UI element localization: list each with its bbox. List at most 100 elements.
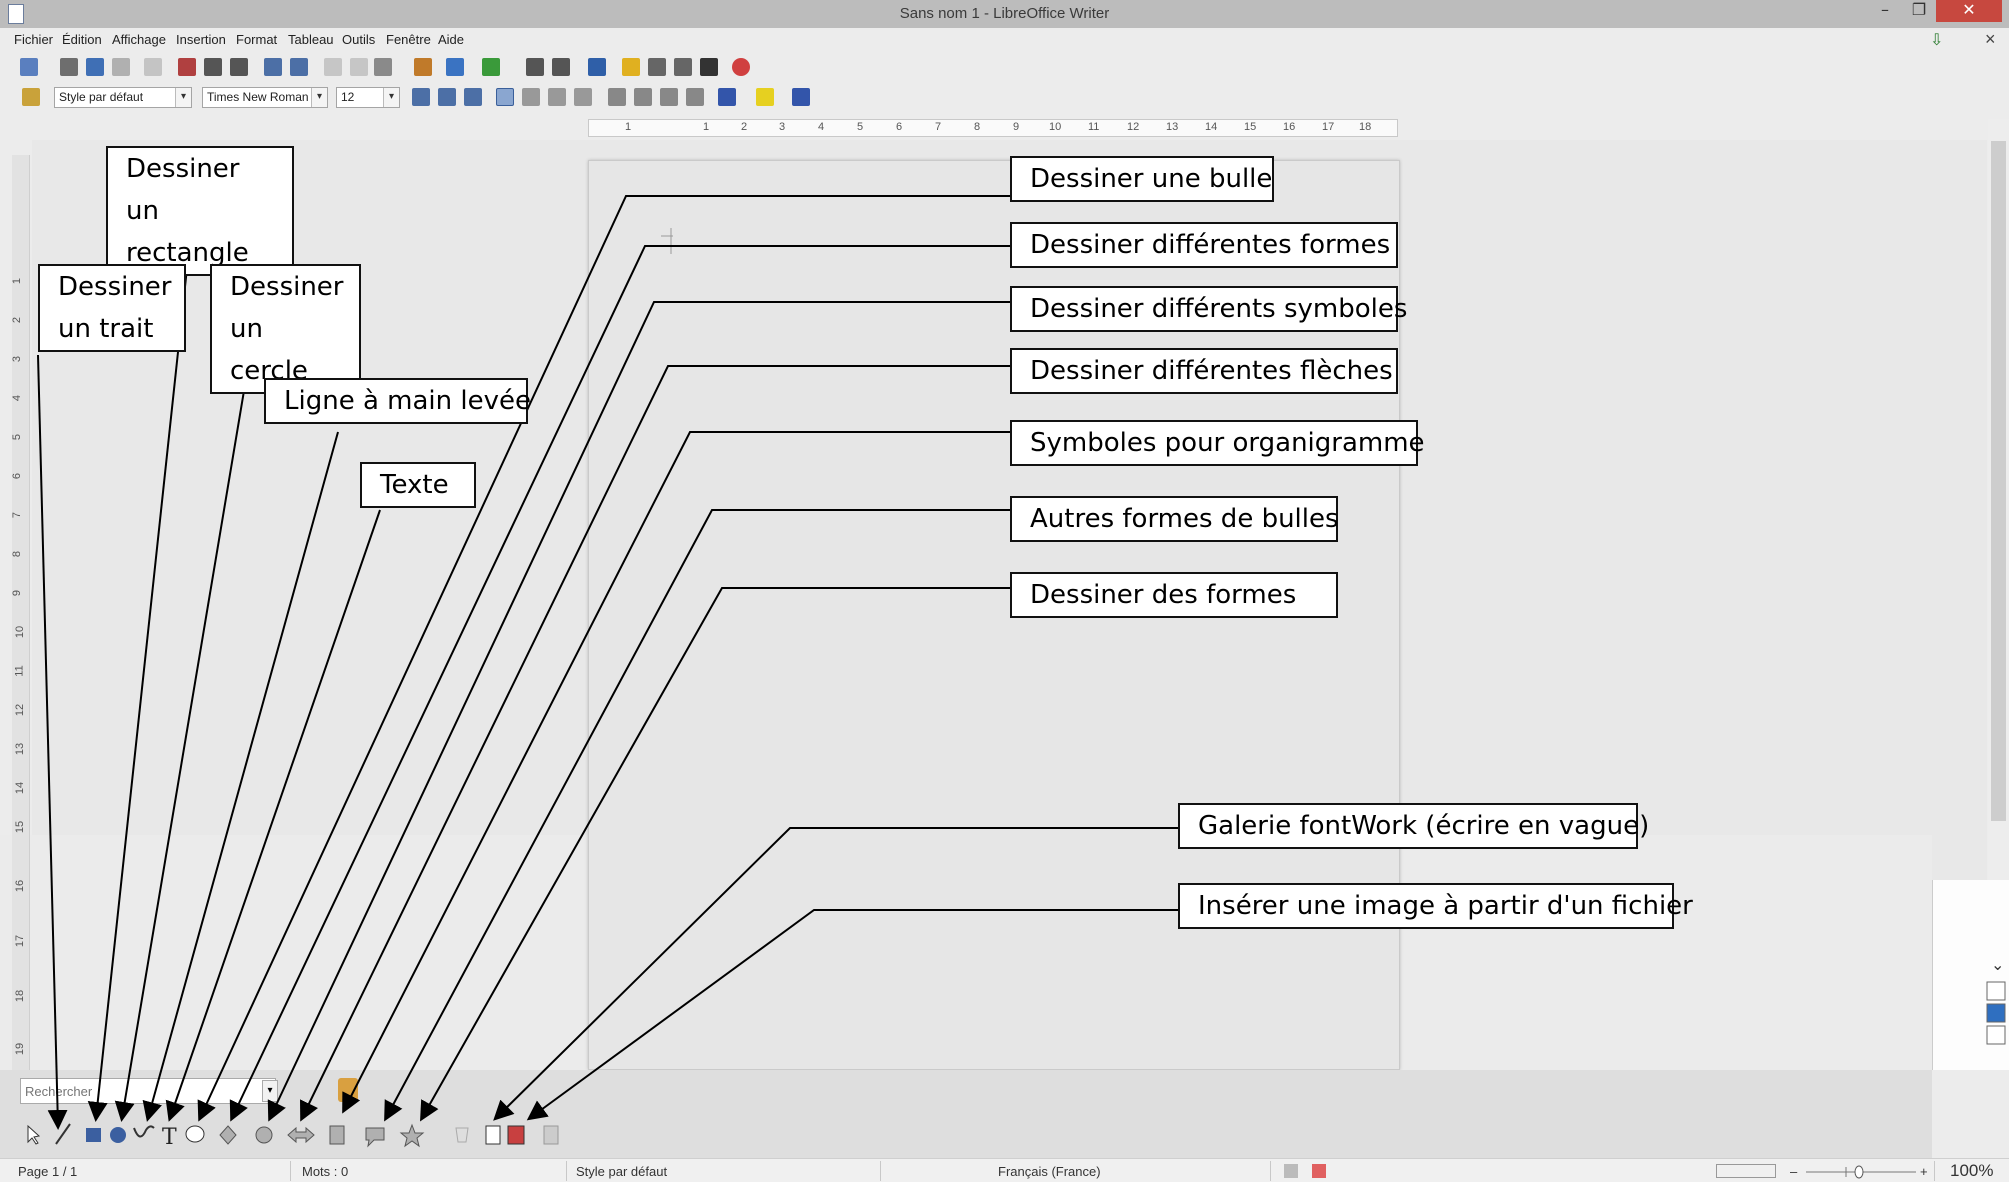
zoom-slider-thumb[interactable] — [1854, 1165, 1864, 1179]
language-indicator[interactable]: Français (France) — [998, 1164, 1101, 1179]
edit-mode-icon[interactable] — [144, 58, 162, 76]
page-indicator[interactable]: Page 1 / 1 — [18, 1164, 77, 1179]
data-sources-icon[interactable] — [674, 58, 692, 76]
autocheck-icon[interactable] — [290, 58, 308, 76]
menu-aide[interactable]: Aide — [438, 32, 464, 47]
maximize-button[interactable]: ❐ — [1902, 0, 1936, 22]
italic-icon[interactable] — [438, 88, 456, 106]
block-arrows-icon[interactable] — [287, 1126, 315, 1144]
show-draw-functions-icon[interactable] — [588, 58, 606, 76]
help-icon[interactable] — [732, 58, 750, 76]
search-input[interactable] — [20, 1078, 276, 1104]
print-icon[interactable] — [204, 58, 222, 76]
navigator-icon[interactable] — [526, 58, 544, 76]
scrollbar-thumb[interactable] — [1991, 141, 2006, 821]
increase-indent-icon[interactable] — [686, 88, 704, 106]
menu-edition[interactable]: Édition — [62, 32, 102, 47]
background-color-icon[interactable] — [792, 88, 810, 106]
zoom-out-icon[interactable]: – — [1790, 1164, 1797, 1179]
align-left-icon[interactable] — [496, 88, 514, 106]
table-icon[interactable] — [552, 58, 570, 76]
vertical-ruler[interactable]: 1 2 3 4 5 6 7 8 9 10 11 12 13 14 15 16 1… — [11, 155, 30, 1070]
underline-icon[interactable] — [464, 88, 482, 106]
navigation-icon[interactable] — [1986, 1003, 2006, 1023]
numbering-icon[interactable] — [608, 88, 626, 106]
menu-affichage[interactable]: Affichage — [112, 32, 166, 47]
gallery-icon[interactable] — [648, 58, 666, 76]
ellipse-icon[interactable] — [110, 1127, 126, 1143]
justify-icon[interactable] — [574, 88, 592, 106]
close-document-icon[interactable]: × — [1985, 29, 1996, 50]
menu-fenetre[interactable]: Fenêtre — [386, 32, 431, 47]
scroll-down-icon[interactable]: ⌄ — [1991, 955, 2004, 974]
styles-icon[interactable] — [22, 88, 40, 106]
word-count[interactable]: Mots : 0 — [302, 1164, 348, 1179]
font-size-select[interactable]: 12 ▾ — [336, 87, 400, 108]
export-pdf-icon[interactable] — [178, 58, 196, 76]
align-center-icon[interactable] — [522, 88, 540, 106]
align-right-icon[interactable] — [548, 88, 566, 106]
clone-formatting-icon[interactable] — [414, 58, 432, 76]
select-pointer-icon[interactable] — [27, 1124, 41, 1145]
highlight-icon[interactable] — [756, 88, 774, 106]
menu-fichier[interactable]: Fichier — [14, 32, 53, 47]
menu-outils[interactable]: Outils — [342, 32, 375, 47]
stars-icon[interactable] — [399, 1123, 425, 1148]
close-button[interactable]: ✕ — [1936, 0, 2002, 22]
paragraph-style-select[interactable]: Style par défaut ▾ — [54, 87, 192, 108]
menu-tableau[interactable]: Tableau — [288, 32, 334, 47]
decrease-indent-icon[interactable] — [660, 88, 678, 106]
callout-icon[interactable] — [185, 1125, 205, 1143]
cut-icon[interactable] — [324, 58, 342, 76]
copy-icon[interactable] — [350, 58, 368, 76]
formatting-marks-icon[interactable] — [700, 58, 718, 76]
horizontal-ruler[interactable]: 1 1 2 3 4 5 6 7 8 9 10 11 12 13 14 15 16… — [588, 119, 1398, 137]
zoom-level[interactable]: 100% — [1950, 1161, 1993, 1181]
undo-icon[interactable] — [446, 58, 464, 76]
bullets-icon[interactable] — [634, 88, 652, 106]
fontwork-icon[interactable] — [485, 1125, 501, 1145]
spellcheck-icon[interactable] — [264, 58, 282, 76]
chevron-down-icon[interactable]: ▾ — [383, 88, 399, 107]
symbol-shapes-icon[interactable] — [255, 1126, 273, 1144]
paste-icon[interactable] — [374, 58, 392, 76]
previous-page-icon[interactable] — [1986, 981, 2006, 1001]
zoom-in-icon[interactable]: + — [1920, 1164, 1928, 1179]
next-page-icon[interactable] — [1986, 1025, 2006, 1045]
save-icon[interactable] — [86, 58, 104, 76]
redo-icon[interactable] — [482, 58, 500, 76]
font-color-icon[interactable] — [718, 88, 736, 106]
points-icon[interactable] — [455, 1127, 469, 1143]
freeform-line-icon[interactable] — [133, 1125, 155, 1138]
flowchart-icon[interactable] — [329, 1125, 345, 1145]
ruler-tick: 12 — [1127, 121, 1140, 133]
font-name-select[interactable]: Times New Roman ▾ — [202, 87, 328, 108]
chevron-down-icon[interactable]: ▾ — [262, 1080, 278, 1102]
chevron-down-icon[interactable]: ▾ — [311, 88, 327, 107]
page-style[interactable]: Style par défaut — [576, 1164, 667, 1179]
digital-signature-icon[interactable] — [1312, 1164, 1326, 1178]
zoom-slider[interactable] — [1806, 1165, 1916, 1179]
drawing-toolbar: T — [0, 1108, 1932, 1158]
update-available-icon[interactable]: ⇩ — [1930, 30, 1954, 49]
find-replace-icon[interactable] — [622, 58, 640, 76]
callouts-shapes-icon[interactable] — [365, 1127, 385, 1148]
ruler-tick: 6 — [896, 121, 903, 133]
view-layout-icon[interactable] — [1716, 1164, 1776, 1178]
rectangle-icon[interactable] — [86, 1128, 101, 1142]
print-preview-icon[interactable] — [230, 58, 248, 76]
line-icon[interactable] — [55, 1123, 71, 1145]
open-icon[interactable] — [60, 58, 78, 76]
text-box-icon[interactable]: T — [162, 1125, 177, 1150]
bold-icon[interactable] — [412, 88, 430, 106]
find-options-icon[interactable] — [338, 1078, 358, 1102]
minimize-button[interactable]: – — [1868, 0, 1902, 22]
extrusion-icon[interactable] — [543, 1125, 559, 1145]
basic-shapes-icon[interactable] — [219, 1125, 237, 1145]
insert-image-icon[interactable] — [507, 1125, 525, 1145]
menu-insertion[interactable]: Insertion — [176, 32, 226, 47]
chevron-down-icon[interactable]: ▾ — [175, 88, 191, 107]
email-icon[interactable] — [112, 58, 130, 76]
new-document-icon[interactable] — [20, 58, 38, 76]
menu-format[interactable]: Format — [236, 32, 277, 47]
